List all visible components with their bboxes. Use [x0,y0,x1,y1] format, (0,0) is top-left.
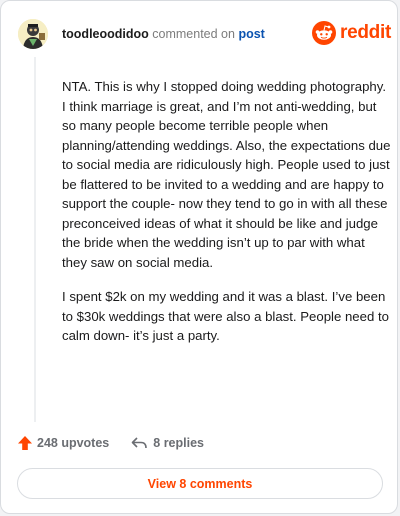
comment-card: toodleoodidoo commented on post reddit N… [0,0,398,514]
username-link[interactable]: toodleoodidoo [62,27,149,41]
replies-count: 8 replies [153,436,204,450]
thread-line[interactable] [34,57,36,422]
comment-header: toodleoodidoo commented on post [62,27,265,41]
upvote-arrow-icon [18,436,32,450]
comment-paragraph-2: I spent $2k on my wedding and it was a b… [62,289,389,343]
comment-body: NTA. This is why I stopped doing wedding… [62,77,392,361]
comment-actions: 248 upvotes 8 replies [17,433,204,453]
view-comments-button[interactable]: View 8 comments [17,468,383,499]
avatar-image-icon [18,19,48,49]
reply-arrow-icon [131,437,148,449]
post-link[interactable]: post [238,27,264,41]
upvotes-count: 248 upvotes [37,436,110,450]
reddit-wordmark: reddit [340,22,391,43]
user-avatar[interactable] [18,19,48,49]
replies-button[interactable]: 8 replies [131,436,204,450]
upvote-button[interactable]: 248 upvotes [17,435,109,451]
reddit-logo[interactable]: reddit [312,20,391,46]
comment-paragraph-1: NTA. This is why I stopped doing wedding… [62,79,391,270]
commented-on-text: commented on [152,27,235,41]
reddit-snoo-icon [312,21,336,45]
